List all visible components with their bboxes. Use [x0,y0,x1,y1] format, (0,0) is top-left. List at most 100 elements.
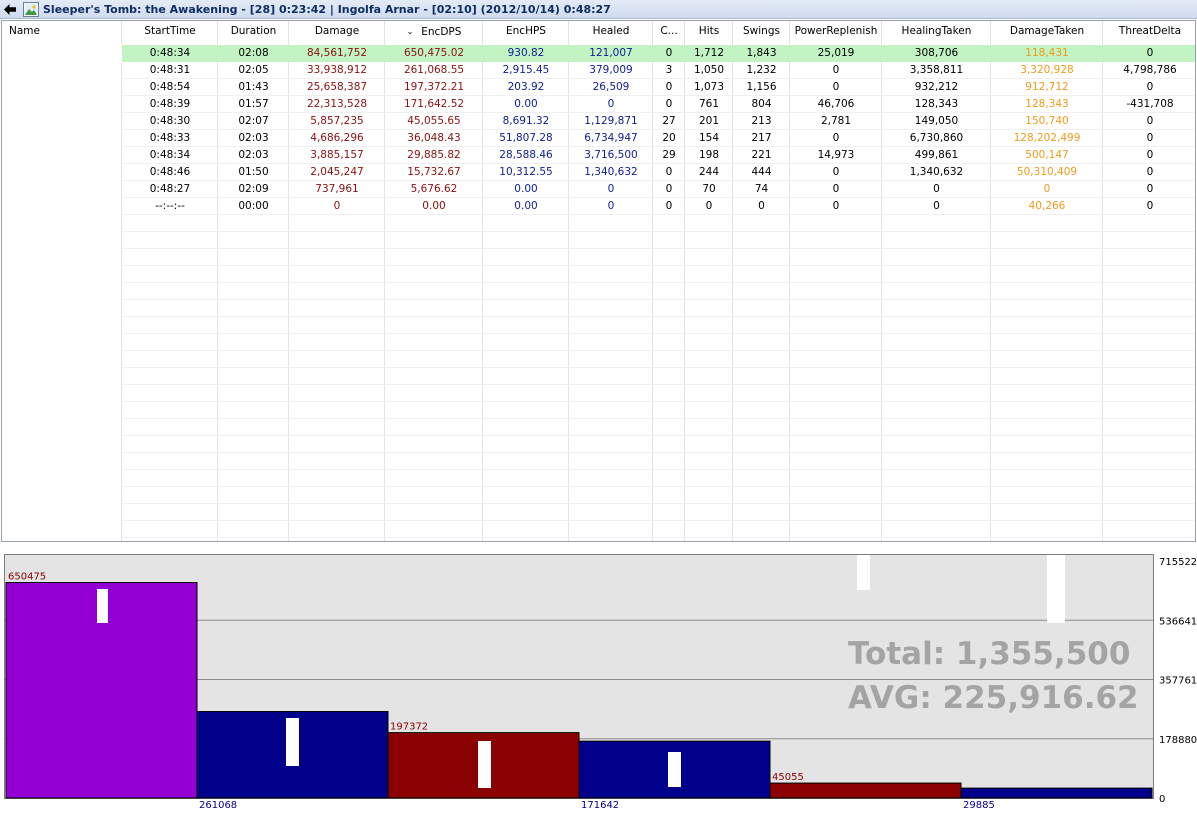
table-cell: 46,706 [817,98,855,110]
column-header-label: EncHPS [506,25,546,37]
table-cell: 0 [607,200,615,212]
table-cell [2,62,122,79]
table-cell: 0:48:34 [149,149,191,161]
avg-text: AVG: 225,916.62 [848,680,1139,716]
column-header-damagetaken[interactable]: DamageTaken [991,23,1103,40]
table-cell: 261,068.55 [403,64,465,76]
table-cell: 118,431 [1025,47,1069,59]
table-cell: 02:07 [238,115,269,127]
column-header-powerreplenish[interactable]: PowerReplenish [790,23,882,40]
table-cell: 00:00 [238,200,269,212]
bar-value-label: 171642 [581,800,619,811]
table-cell: 01:57 [238,98,269,110]
column-header-threatdelta[interactable]: ThreatDelta [1103,23,1195,40]
table-cell: 0 [333,200,341,212]
table-cell: 500,147 [1025,149,1069,161]
table-cell: 26,509 [592,81,630,93]
y-tick-label: 357761 [1159,676,1197,687]
table-cell: 10,312.55 [499,166,553,178]
table-cell: 0 [832,64,840,76]
table-cell: 25,658,387 [306,81,368,93]
table-cell: 0 [1146,81,1154,93]
table-cell: 74 [754,183,769,195]
table-cell: 25,019 [817,47,855,59]
table-cell: 912,712 [1025,81,1069,93]
column-header-duration[interactable]: Duration [218,23,289,40]
table-cell: 1,843 [746,47,777,59]
graph-panel: 715522 536641 357761 178880 0 650475 261068 197… [0,546,1197,813]
table-cell: 217 [751,132,772,144]
window-title: Sleeper's Tomb: the Awakening - [28] 0:2… [43,2,611,16]
y-tick-label: 715522 [1159,557,1197,568]
table-cell: 0:48:33 [149,132,191,144]
table-cell [2,79,122,96]
bar-marker [97,589,108,623]
table-cell: 0:48:34 [149,47,191,59]
y-tick-label: 536641 [1159,616,1197,627]
table-cell [2,130,122,147]
column-header-name[interactable]: Name [2,23,122,40]
column-header-starttime[interactable]: StartTime [122,23,218,40]
table-row[interactable]: 0:48:31 02:05 33,938,912 261,068.55 2,915.45… [2,62,1195,79]
column-header-encdps[interactable]: ⌄ EncDPS [385,23,483,40]
column-header-healingtaken[interactable]: HealingTaken [882,23,991,40]
table-cell [2,113,122,130]
bar-marker [857,555,870,590]
bar-marker [478,741,491,788]
column-header-damage[interactable]: Damage [289,23,385,40]
table-cell: 1,129,871 [584,115,638,127]
table-cell: 3 [665,64,673,76]
table-cell: 0:48:27 [149,183,191,195]
table-row[interactable]: 0:48:34 02:03 3,885,157 29,885.82 28,588.46 3… [2,147,1195,164]
column-header-label: DamageTaken [1009,25,1085,37]
table-cell: 5,857,235 [310,115,364,127]
table-row[interactable]: --:--:-- 00:00 0 0.00 0.00 0 0 0 0 0 0 40,266 0 [2,198,1195,215]
table-cell: 27 [662,115,676,127]
encounter-table[interactable]: Name StartTime Duration Damage ⌄ EncDPS EncHPS… [1,20,1196,542]
column-header-label: Damage [314,25,360,37]
column-header-label: HealingTaken [901,25,972,37]
column-header-c[interactable]: C... [653,23,685,40]
back-arrow-icon[interactable] [0,0,19,18]
table-row[interactable]: 0:48:30 02:07 5,857,235 45,055.65 8,691.32 1,… [2,113,1195,130]
table-cell: 0.00 [422,200,446,212]
table-row[interactable]: 0:48:27 02:09 737,961 5,676.62 0.00 0 0 70 74 0 0 0… [2,181,1195,198]
table-cell: 6,730,860 [909,132,964,144]
table-cell: 36,048.43 [407,132,461,144]
bar [769,782,962,799]
table-cell: 201 [698,115,720,127]
table-row[interactable]: 0:48:34 02:08 84,561,752 650,475.02 930.82 12… [2,45,1195,62]
table-cell [2,198,122,215]
table-row[interactable]: 0:48:46 01:50 2,045,247 15,732.67 10,312.55 1… [2,164,1195,181]
table-cell: --:--:-- [155,200,185,212]
column-header-healed[interactable]: Healed [569,23,653,40]
table-cell: 0:48:39 [149,98,191,110]
table-cell: 33,938,912 [306,64,368,76]
table-cell: 84,561,752 [306,47,368,59]
table-cell: 0 [832,132,840,144]
table-row[interactable]: 0:48:54 01:43 25,658,387 197,372.21 203.92 26… [2,79,1195,96]
table-cell: 0 [665,183,673,195]
column-header-enchps[interactable]: EncHPS [483,23,569,40]
table-cell: 01:43 [238,81,269,93]
table-cell: 737,961 [315,183,359,195]
picture-icon[interactable] [23,1,39,17]
table-cell: 0 [1043,183,1051,195]
table-cell [2,45,122,62]
column-header-label: Healed [592,25,630,37]
column-header-hits[interactable]: Hits [685,23,733,40]
column-header-swings[interactable]: Swings [733,23,790,40]
table-cell: 761 [698,98,720,110]
table-cell: 0.00 [514,200,538,212]
table-cell: 804 [751,98,772,110]
table-row[interactable]: 0:48:39 01:57 22,313,528 171,642.52 0.00 0 0 76… [2,96,1195,113]
table-cell: 2,045,247 [310,166,364,178]
table-cell: 2,915.45 [502,64,550,76]
table-cell: 932,212 [914,81,959,93]
table-cell: 379,009 [589,64,633,76]
table-row[interactable]: 0:48:33 02:03 4,686,296 36,048.43 51,807.28 6… [2,130,1195,147]
table-cell: 45,055.65 [407,115,461,127]
table-cell: 0 [832,81,840,93]
table-cell: 0 [665,166,673,178]
column-header-label: StartTime [144,25,196,37]
